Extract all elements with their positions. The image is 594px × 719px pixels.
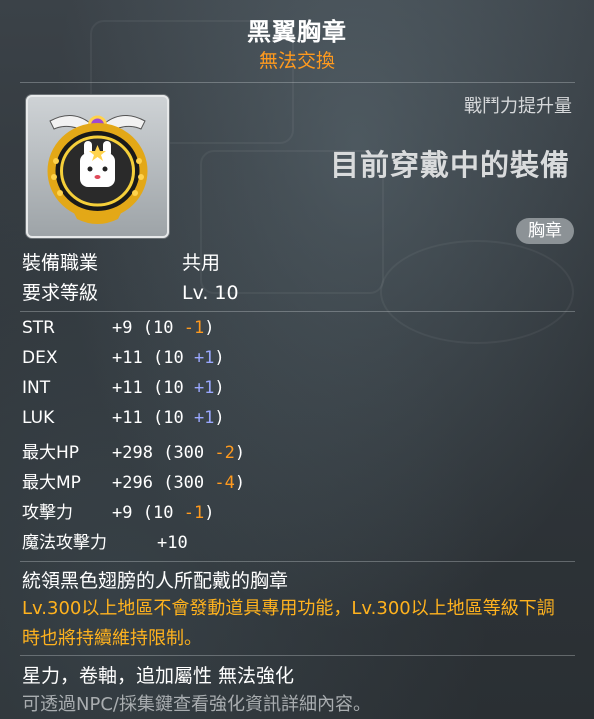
trade-status: 無法交換	[258, 50, 335, 72]
stat-close: )	[234, 443, 246, 463]
stat-row-max-hp: 最大HP +298 (300 -2)	[22, 438, 245, 463]
divider	[20, 82, 575, 83]
stat-base: (300	[163, 473, 205, 493]
equipped-status: 目前穿戴中的裝備	[329, 148, 570, 182]
requirement-row: 裝備職業 共用	[22, 248, 220, 275]
stat-value: +298	[112, 443, 153, 463]
item-description: 統領黑色翅膀的人所配戴的胸章	[22, 570, 289, 592]
requirement-value: 共用	[182, 252, 221, 274]
background-art	[380, 240, 574, 344]
stat-close: )	[214, 378, 225, 398]
stat-row-attack: 攻擊力 +9 (10 -1)	[22, 498, 214, 523]
black-wing-medal-icon	[47, 115, 148, 224]
stat-row-str: STR +9 (10 -1)	[22, 318, 214, 338]
stat-name: 魔法攻擊力	[22, 533, 107, 553]
slot-badge: 胸章	[516, 218, 574, 244]
combat-power-label: 戰鬥力提升量	[464, 96, 572, 117]
requirement-label: 要求等級	[22, 282, 99, 304]
stat-row-dex: DEX +11 (10 +1)	[22, 348, 225, 368]
stat-row-magic-attack: 魔法攻擊力 +10	[22, 528, 188, 553]
stat-diff: +1	[193, 408, 215, 428]
stat-value: +11	[112, 378, 143, 398]
stat-base: (10	[152, 408, 184, 428]
stat-row-luk: LUK +11 (10 +1)	[22, 408, 225, 428]
stat-name: LUK	[22, 408, 55, 428]
stat-diff: -1	[183, 318, 205, 338]
stat-row-int: INT +11 (10 +1)	[22, 378, 225, 398]
stat-value: +10	[157, 533, 188, 553]
divider	[20, 311, 575, 312]
requirement-label: 裝備職業	[22, 252, 99, 274]
stat-diff: -1	[183, 503, 205, 523]
enhance-hint: 可透過NPC/採集鍵查看強化資訊詳細內容。	[22, 694, 371, 715]
stat-base: (300	[163, 443, 205, 463]
stat-close: )	[214, 348, 225, 368]
stat-value: +11	[112, 408, 143, 428]
stat-diff: +1	[193, 378, 215, 398]
stat-base: (10	[152, 378, 184, 398]
divider	[20, 655, 575, 656]
stat-close: )	[204, 318, 215, 338]
stat-value: +11	[112, 348, 143, 368]
stat-close: )	[214, 408, 225, 428]
item-name: 黑翼胸章	[247, 18, 347, 46]
item-tooltip: 黑翼胸章 無法交換 戰鬥力提升量 目前穿戴中的裝備 胸章 裝備職業 共用 要求等…	[0, 0, 594, 719]
stat-diff: -4	[214, 473, 235, 493]
stat-diff: -2	[214, 443, 235, 463]
stat-value: +296	[112, 473, 153, 493]
item-icon-frame	[26, 95, 169, 238]
stat-base: (10	[142, 503, 174, 523]
stat-diff: +1	[193, 348, 215, 368]
stat-base: (10	[152, 348, 184, 368]
enhance-restriction: 星力，卷軸，追加屬性 無法強化	[22, 665, 295, 687]
requirement-value: Lv. 10	[182, 282, 239, 304]
requirement-row: 要求等級 Lv. 10	[22, 278, 239, 305]
stat-name: STR	[22, 318, 55, 338]
stat-name: 最大HP	[22, 443, 80, 463]
stat-name: 攻擊力	[22, 503, 73, 523]
stat-close: )	[234, 473, 246, 493]
stat-name: DEX	[22, 348, 58, 368]
stat-value: +9	[112, 503, 133, 523]
stat-value: +9	[112, 318, 133, 338]
stat-name: INT	[22, 378, 51, 398]
stat-close: )	[204, 503, 215, 523]
level-restriction-notice: Lv.300以上地區不會發動道具專用功能，Lv.300以上地區等級下調時也將持續…	[22, 598, 555, 649]
stat-row-max-mp: 最大MP +296 (300 -4)	[22, 468, 245, 493]
stat-name: 最大MP	[22, 473, 81, 493]
stat-base: (10	[142, 318, 174, 338]
divider	[20, 561, 575, 562]
